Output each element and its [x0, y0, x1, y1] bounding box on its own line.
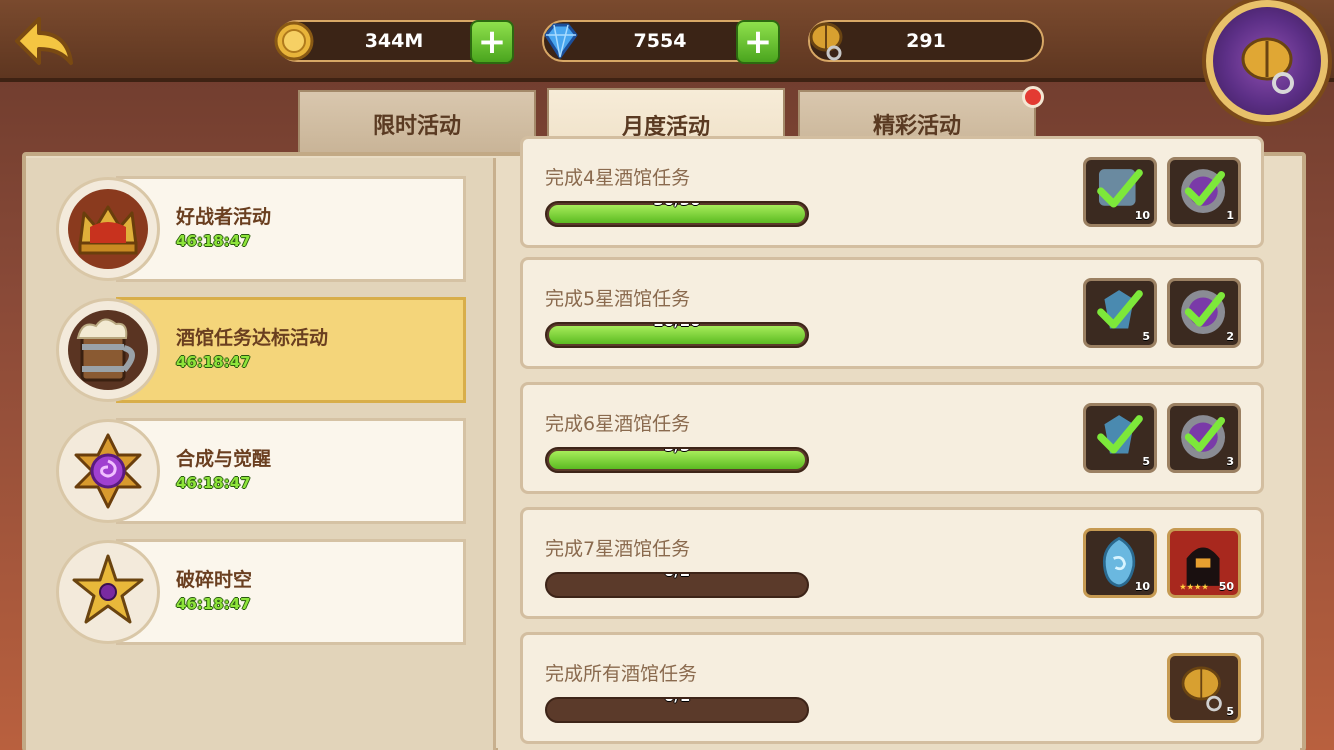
summon-orb-button[interactable]	[1206, 0, 1328, 122]
activity-card	[116, 539, 466, 645]
task-name: 完成所有酒馆任务	[545, 663, 698, 685]
activity-name: 酒馆任务达标活动	[176, 327, 329, 349]
activity-card	[116, 418, 466, 524]
svg-text:★★★★: ★★★★	[1179, 582, 1208, 592]
activity-timer: 46:18:47	[176, 474, 251, 492]
task-row-4star: 完成4星酒馆任务 30/30 10 1	[520, 136, 1264, 248]
task-name: 完成5星酒馆任务	[545, 288, 691, 310]
reward-count: 50	[1218, 580, 1234, 593]
progress-text: 30/30	[547, 203, 807, 209]
reward-slot[interactable]: 5	[1083, 403, 1157, 473]
reward-slot[interactable]: 1	[1167, 157, 1241, 227]
reward-slot[interactable]: 5	[1167, 653, 1241, 723]
plus-icon: +	[477, 22, 507, 62]
reward-slot[interactable]: 5	[1083, 278, 1157, 348]
reward-slot[interactable]: ★★★★ 50	[1167, 528, 1241, 598]
progress-bar: 20/20	[545, 322, 809, 348]
activity-name: 合成与觉醒	[176, 448, 272, 470]
reward-count: 5	[1142, 330, 1150, 343]
gold-counter: 344M +	[274, 20, 514, 64]
task-name: 完成7星酒馆任务	[545, 538, 691, 560]
reward-slot[interactable]: 10	[1083, 528, 1157, 598]
activity-name: 破碎时空	[176, 569, 253, 591]
reward-count: 1	[1226, 209, 1234, 222]
back-arrow-icon	[15, 17, 73, 65]
gourd-counter: 291	[808, 20, 1044, 62]
activity-item-tavern[interactable]: 酒馆任务达标活动 46:18:47	[56, 297, 466, 403]
progress-text: 0/1	[547, 699, 807, 705]
task-name: 完成4星酒馆任务	[545, 167, 691, 189]
activity-timer: 46:18:47	[176, 595, 251, 613]
reward-slot[interactable]: 2	[1167, 278, 1241, 348]
progress-text: 0/2	[547, 574, 807, 580]
tab-limited-activities[interactable]: 限时活动	[298, 90, 536, 156]
plus-icon: +	[743, 22, 773, 62]
add-gold-button[interactable]: +	[470, 20, 514, 64]
reward-count: 10	[1134, 580, 1150, 593]
crown-icon	[56, 177, 160, 281]
activity-card	[116, 297, 466, 403]
task-row-all: 完成所有酒馆任务 0/1 5	[520, 632, 1264, 744]
reward-count: 10	[1134, 209, 1150, 222]
reward-count: 5	[1226, 705, 1234, 718]
task-name: 完成6星酒馆任务	[545, 413, 691, 435]
notification-dot	[1022, 86, 1044, 108]
beer-mug-icon	[56, 298, 160, 402]
progress-bar: 0/1	[545, 697, 809, 723]
activity-name: 好战者活动	[176, 206, 272, 228]
reward-count: 5	[1142, 455, 1150, 468]
reward-count: 3	[1226, 455, 1234, 468]
progress-bar: 30/30	[545, 201, 809, 227]
diamond-counter: 7554 +	[542, 20, 780, 64]
activity-item-warrior[interactable]: 好战者活动 46:18:47	[56, 176, 466, 282]
activity-item-fusion[interactable]: 合成与觉醒 46:18:47	[56, 418, 466, 524]
add-diamond-button[interactable]: +	[736, 20, 780, 64]
activity-timer: 46:18:47	[176, 353, 251, 371]
reward-count: 2	[1226, 330, 1234, 343]
progress-text: 5/5	[547, 449, 807, 455]
task-row-6star: 完成6星酒馆任务 5/5 5 3	[520, 382, 1264, 494]
hexagram-vortex-icon	[56, 419, 160, 523]
activity-timer: 46:18:47	[176, 232, 251, 250]
progress-bar: 0/2	[545, 572, 809, 598]
back-button[interactable]	[10, 10, 80, 72]
progress-bar: 5/5	[545, 447, 809, 473]
task-row-7star: 完成7星酒馆任务 0/2 10 ★★★★ 50	[520, 507, 1264, 619]
task-row-5star: 完成5星酒馆任务 20/20 5 2	[520, 257, 1264, 369]
gourd-value: 291	[906, 30, 946, 52]
reward-slot[interactable]: 10	[1083, 157, 1157, 227]
golden-star-icon	[56, 540, 160, 644]
activity-card	[116, 176, 466, 282]
reward-slot[interactable]: 3	[1167, 403, 1241, 473]
gourd-orb-icon	[1241, 37, 1294, 94]
activity-item-shattered-spacetime[interactable]: 破碎时空 46:18:47	[56, 539, 466, 645]
tab-label: 限时活动	[372, 114, 461, 139]
progress-text: 20/20	[547, 324, 807, 330]
